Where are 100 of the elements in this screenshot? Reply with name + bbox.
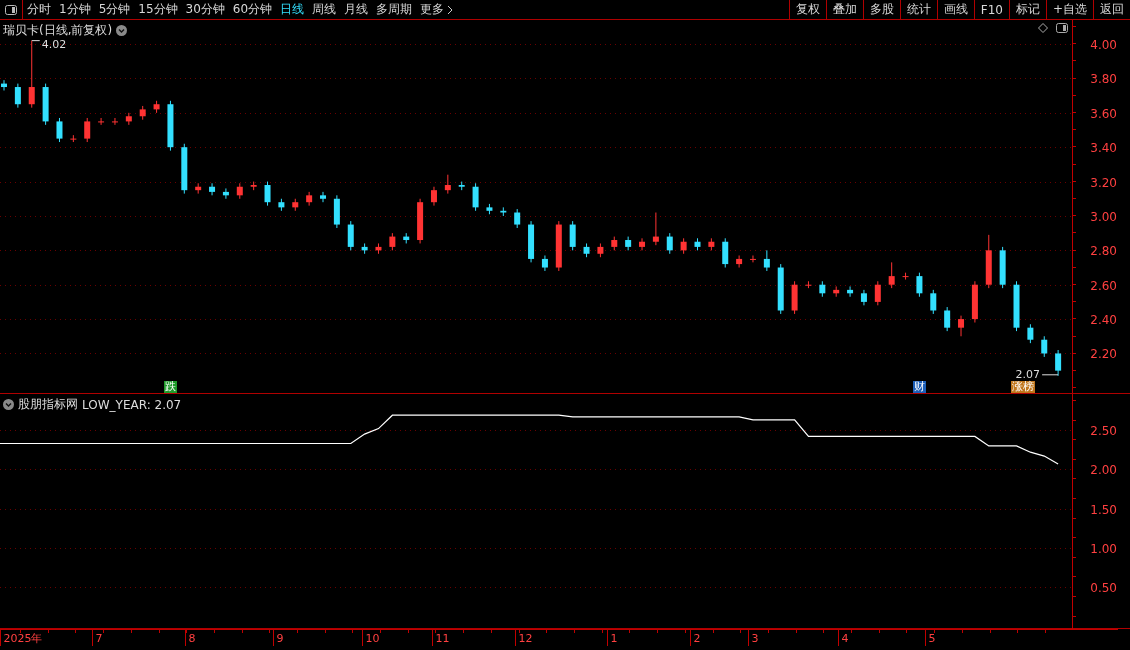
period-tab[interactable]: 30分钟 — [181, 0, 229, 19]
indicator-reading: LOW_YEAR: 2.07 — [82, 397, 182, 412]
candlestick — [250, 181, 257, 191]
candlestick — [84, 117, 91, 143]
candlestick — [985, 234, 992, 289]
candlestick — [486, 203, 493, 215]
candlestick — [111, 117, 118, 126]
toolbar-button[interactable]: 多股 — [862, 0, 900, 19]
candlestick — [722, 237, 729, 268]
dropdown-icon[interactable] — [116, 25, 128, 36]
candlestick — [98, 117, 105, 126]
toolbar-button[interactable]: +自选 — [1045, 0, 1093, 19]
axis-label: 2.80 — [1090, 243, 1117, 258]
toolbar-button[interactable]: 标记 — [1008, 0, 1046, 19]
axis-label: 4.00 — [1090, 37, 1117, 52]
candlestick — [708, 237, 715, 251]
toolbar-button[interactable]: 返回 — [1093, 0, 1130, 19]
candlestick — [458, 181, 465, 191]
candlestick — [777, 263, 784, 315]
period-tab[interactable]: 15分钟 — [134, 0, 182, 19]
candlestick — [1041, 335, 1048, 358]
period-tab[interactable]: 60分钟 — [228, 0, 277, 19]
candlestick — [680, 237, 687, 255]
toolbar-button[interactable]: 统计 — [899, 0, 937, 19]
candlestick — [514, 208, 521, 229]
candlestick — [694, 237, 701, 251]
candlestick — [70, 134, 77, 143]
candlestick — [805, 280, 812, 289]
candlestick — [791, 280, 798, 315]
month-label: 11 — [435, 632, 450, 645]
candlestick — [971, 280, 978, 324]
candlestick — [583, 242, 590, 258]
toolbar-button[interactable]: 叠加 — [825, 0, 863, 19]
candlestick — [541, 255, 548, 272]
candlestick — [1055, 349, 1062, 377]
chevron-icon — [447, 4, 454, 15]
candlestick — [500, 206, 507, 217]
candlestick — [569, 220, 576, 251]
candlestick — [28, 40, 35, 109]
signal-badge: 涨榜 — [1010, 381, 1035, 393]
candlestick — [555, 220, 562, 272]
candlestick — [444, 174, 451, 195]
period-tab[interactable]: 月线 — [340, 0, 373, 19]
axis-label: 0.50 — [1090, 580, 1117, 595]
price-label: 4.02 — [41, 37, 67, 51]
toolbar-button[interactable]: 复权 — [788, 0, 826, 19]
candlestick — [597, 242, 604, 258]
candlestick — [763, 249, 770, 272]
candlestick — [417, 198, 424, 244]
candlestick — [472, 182, 479, 212]
axis-label: 1.50 — [1090, 502, 1117, 517]
candlestick — [42, 83, 49, 126]
candlestick — [833, 285, 840, 298]
dropdown-icon[interactable] — [3, 399, 14, 410]
leader-line — [31, 40, 41, 42]
panel-toggle-icon[interactable] — [1056, 23, 1068, 33]
month-label: 10 — [365, 632, 380, 645]
candlestick — [874, 280, 881, 306]
more-button[interactable]: 更多 — [416, 0, 458, 19]
month-label: 2 — [693, 632, 701, 645]
month-label: 12 — [518, 632, 533, 645]
axis-label: 2.00 — [1090, 462, 1117, 477]
period-tab[interactable]: 1分钟 — [55, 0, 95, 19]
candlestick — [999, 246, 1006, 289]
diamond-icon[interactable] — [1038, 23, 1048, 33]
candlestick — [222, 187, 229, 200]
candlestick — [278, 198, 285, 212]
period-tab[interactable]: 5分钟 — [94, 0, 135, 19]
axis-label: 1.00 — [1090, 541, 1117, 556]
month-label: 3 — [751, 632, 759, 645]
candlestick — [1027, 323, 1034, 344]
candlestick — [139, 105, 146, 121]
candlestick — [333, 194, 340, 229]
candlestick — [944, 306, 951, 332]
candlestick — [181, 143, 188, 195]
candlestick — [375, 242, 382, 255]
candlestick — [209, 182, 216, 196]
candlestick — [14, 83, 21, 109]
axis-label: 2.40 — [1090, 312, 1117, 327]
period-tab[interactable]: 多周期 — [372, 0, 417, 19]
candlestick — [264, 181, 271, 207]
candlestick — [860, 289, 867, 306]
period-tab[interactable]: 分时 — [23, 0, 55, 19]
candlestick — [819, 280, 826, 298]
month-label: 5 — [928, 632, 936, 645]
toolbar-button[interactable]: F10 — [973, 0, 1009, 19]
axis-label: 3.60 — [1090, 106, 1117, 121]
period-tab[interactable]: 日线 — [276, 0, 309, 19]
candlestick — [292, 198, 299, 212]
toolbar-button[interactable]: 画线 — [936, 0, 974, 19]
candlestick — [611, 236, 618, 251]
candlestick — [958, 315, 965, 337]
axis-label: 3.20 — [1090, 175, 1117, 190]
candlestick — [1013, 280, 1020, 332]
month-label: 8 — [188, 632, 196, 645]
period-tab[interactable]: 周线 — [308, 0, 341, 19]
candlestick — [125, 112, 132, 126]
month-label: 1 — [610, 632, 618, 645]
candlestick — [847, 285, 854, 298]
candlestick — [430, 186, 437, 207]
